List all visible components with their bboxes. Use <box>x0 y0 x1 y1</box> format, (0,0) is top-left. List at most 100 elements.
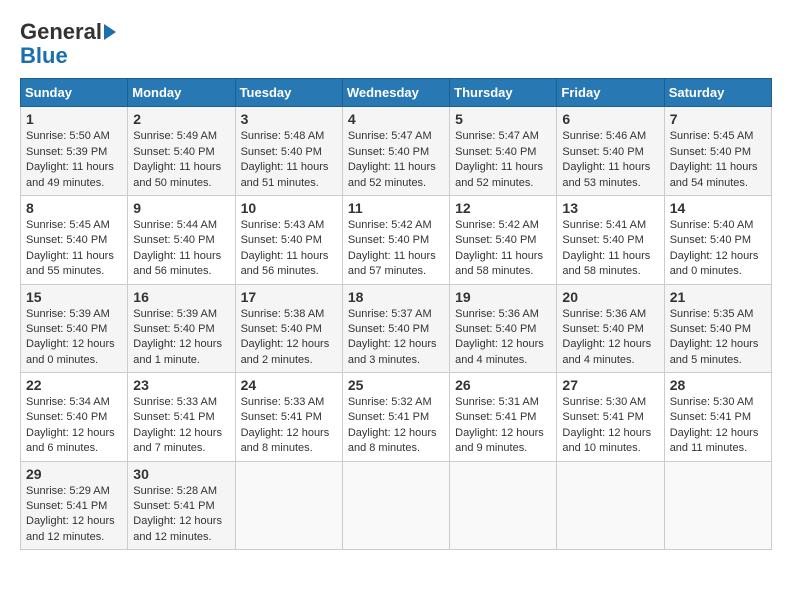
day-number: 24 <box>241 377 337 393</box>
sunset-label: Sunset: 5:41 PM <box>348 411 429 423</box>
sunrise-label: Sunrise: 5:33 AM <box>241 396 325 408</box>
sunrise-label: Sunrise: 5:35 AM <box>670 308 754 320</box>
daylight-label: Daylight: 12 hours and 11 minutes. <box>670 427 759 454</box>
calendar-cell <box>557 461 664 550</box>
day-number: 6 <box>562 111 658 127</box>
sunset-label: Sunset: 5:39 PM <box>26 146 107 158</box>
weekday-header-tuesday: Tuesday <box>235 79 342 107</box>
sunset-label: Sunset: 5:40 PM <box>562 146 643 158</box>
day-number: 9 <box>133 200 229 216</box>
daylight-label: Daylight: 11 hours and 54 minutes. <box>670 161 758 188</box>
day-info: Sunrise: 5:39 AM Sunset: 5:40 PM Dayligh… <box>133 307 229 369</box>
day-number: 30 <box>133 466 229 482</box>
calendar-cell: 16 Sunrise: 5:39 AM Sunset: 5:40 PM Dayl… <box>128 284 235 373</box>
daylight-label: Daylight: 12 hours and 5 minutes. <box>670 338 759 365</box>
day-info: Sunrise: 5:33 AM Sunset: 5:41 PM Dayligh… <box>133 395 229 457</box>
sunset-label: Sunset: 5:40 PM <box>133 323 214 335</box>
day-number: 4 <box>348 111 444 127</box>
sunset-label: Sunset: 5:40 PM <box>348 323 429 335</box>
daylight-label: Daylight: 11 hours and 53 minutes. <box>562 161 650 188</box>
calendar-cell: 12 Sunrise: 5:42 AM Sunset: 5:40 PM Dayl… <box>450 195 557 284</box>
day-info: Sunrise: 5:37 AM Sunset: 5:40 PM Dayligh… <box>348 307 444 369</box>
day-info: Sunrise: 5:45 AM Sunset: 5:40 PM Dayligh… <box>670 129 766 191</box>
sunrise-label: Sunrise: 5:49 AM <box>133 130 217 142</box>
day-number: 2 <box>133 111 229 127</box>
daylight-label: Daylight: 11 hours and 50 minutes. <box>133 161 221 188</box>
sunrise-label: Sunrise: 5:30 AM <box>562 396 646 408</box>
day-number: 28 <box>670 377 766 393</box>
calendar-cell: 10 Sunrise: 5:43 AM Sunset: 5:40 PM Dayl… <box>235 195 342 284</box>
weekday-header-wednesday: Wednesday <box>342 79 449 107</box>
sunrise-label: Sunrise: 5:47 AM <box>348 130 432 142</box>
sunrise-label: Sunrise: 5:36 AM <box>562 308 646 320</box>
calendar-cell: 24 Sunrise: 5:33 AM Sunset: 5:41 PM Dayl… <box>235 373 342 462</box>
logo-arrow-icon <box>104 24 116 40</box>
day-info: Sunrise: 5:41 AM Sunset: 5:40 PM Dayligh… <box>562 218 658 280</box>
day-info: Sunrise: 5:44 AM Sunset: 5:40 PM Dayligh… <box>133 218 229 280</box>
sunset-label: Sunset: 5:40 PM <box>562 323 643 335</box>
day-info: Sunrise: 5:34 AM Sunset: 5:40 PM Dayligh… <box>26 395 122 457</box>
page-header: General Blue <box>20 20 772 68</box>
calendar-cell: 27 Sunrise: 5:30 AM Sunset: 5:41 PM Dayl… <box>557 373 664 462</box>
sunrise-label: Sunrise: 5:33 AM <box>133 396 217 408</box>
calendar-cell: 18 Sunrise: 5:37 AM Sunset: 5:40 PM Dayl… <box>342 284 449 373</box>
day-number: 1 <box>26 111 122 127</box>
calendar-table: SundayMondayTuesdayWednesdayThursdayFrid… <box>20 78 772 550</box>
day-number: 19 <box>455 289 551 305</box>
daylight-label: Daylight: 11 hours and 52 minutes. <box>455 161 543 188</box>
calendar-cell: 2 Sunrise: 5:49 AM Sunset: 5:40 PM Dayli… <box>128 107 235 196</box>
sunset-label: Sunset: 5:40 PM <box>26 411 107 423</box>
calendar-cell: 21 Sunrise: 5:35 AM Sunset: 5:40 PM Dayl… <box>664 284 771 373</box>
daylight-label: Daylight: 12 hours and 3 minutes. <box>348 338 437 365</box>
calendar-cell: 26 Sunrise: 5:31 AM Sunset: 5:41 PM Dayl… <box>450 373 557 462</box>
sunset-label: Sunset: 5:40 PM <box>348 146 429 158</box>
sunset-label: Sunset: 5:40 PM <box>241 234 322 246</box>
calendar-cell: 9 Sunrise: 5:44 AM Sunset: 5:40 PM Dayli… <box>128 195 235 284</box>
calendar-cell: 7 Sunrise: 5:45 AM Sunset: 5:40 PM Dayli… <box>664 107 771 196</box>
calendar-cell: 15 Sunrise: 5:39 AM Sunset: 5:40 PM Dayl… <box>21 284 128 373</box>
sunset-label: Sunset: 5:40 PM <box>133 146 214 158</box>
sunset-label: Sunset: 5:41 PM <box>455 411 536 423</box>
sunset-label: Sunset: 5:40 PM <box>670 234 751 246</box>
day-info: Sunrise: 5:47 AM Sunset: 5:40 PM Dayligh… <box>348 129 444 191</box>
calendar-cell: 13 Sunrise: 5:41 AM Sunset: 5:40 PM Dayl… <box>557 195 664 284</box>
daylight-label: Daylight: 12 hours and 0 minutes. <box>26 338 115 365</box>
sunset-label: Sunset: 5:41 PM <box>26 500 107 512</box>
sunrise-label: Sunrise: 5:39 AM <box>133 308 217 320</box>
day-info: Sunrise: 5:47 AM Sunset: 5:40 PM Dayligh… <box>455 129 551 191</box>
calendar-cell: 23 Sunrise: 5:33 AM Sunset: 5:41 PM Dayl… <box>128 373 235 462</box>
daylight-label: Daylight: 12 hours and 0 minutes. <box>670 250 759 277</box>
sunset-label: Sunset: 5:40 PM <box>670 323 751 335</box>
daylight-label: Daylight: 12 hours and 12 minutes. <box>26 515 115 542</box>
sunrise-label: Sunrise: 5:40 AM <box>670 219 754 231</box>
calendar-cell: 25 Sunrise: 5:32 AM Sunset: 5:41 PM Dayl… <box>342 373 449 462</box>
sunset-label: Sunset: 5:41 PM <box>133 500 214 512</box>
sunrise-label: Sunrise: 5:31 AM <box>455 396 539 408</box>
calendar-cell <box>342 461 449 550</box>
sunrise-label: Sunrise: 5:34 AM <box>26 396 110 408</box>
calendar-cell: 30 Sunrise: 5:28 AM Sunset: 5:41 PM Dayl… <box>128 461 235 550</box>
day-info: Sunrise: 5:48 AM Sunset: 5:40 PM Dayligh… <box>241 129 337 191</box>
calendar-week-row: 29 Sunrise: 5:29 AM Sunset: 5:41 PM Dayl… <box>21 461 772 550</box>
day-number: 3 <box>241 111 337 127</box>
calendar-week-row: 22 Sunrise: 5:34 AM Sunset: 5:40 PM Dayl… <box>21 373 772 462</box>
calendar-week-row: 15 Sunrise: 5:39 AM Sunset: 5:40 PM Dayl… <box>21 284 772 373</box>
sunrise-label: Sunrise: 5:39 AM <box>26 308 110 320</box>
weekday-header-sunday: Sunday <box>21 79 128 107</box>
sunset-label: Sunset: 5:41 PM <box>133 411 214 423</box>
day-info: Sunrise: 5:39 AM Sunset: 5:40 PM Dayligh… <box>26 307 122 369</box>
daylight-label: Daylight: 12 hours and 4 minutes. <box>455 338 544 365</box>
sunrise-label: Sunrise: 5:42 AM <box>348 219 432 231</box>
weekday-header-saturday: Saturday <box>664 79 771 107</box>
sunrise-label: Sunrise: 5:46 AM <box>562 130 646 142</box>
day-number: 8 <box>26 200 122 216</box>
day-number: 21 <box>670 289 766 305</box>
daylight-label: Daylight: 12 hours and 10 minutes. <box>562 427 651 454</box>
sunrise-label: Sunrise: 5:47 AM <box>455 130 539 142</box>
day-info: Sunrise: 5:30 AM Sunset: 5:41 PM Dayligh… <box>670 395 766 457</box>
daylight-label: Daylight: 11 hours and 49 minutes. <box>26 161 114 188</box>
day-info: Sunrise: 5:31 AM Sunset: 5:41 PM Dayligh… <box>455 395 551 457</box>
daylight-label: Daylight: 12 hours and 1 minute. <box>133 338 222 365</box>
daylight-label: Daylight: 11 hours and 51 minutes. <box>241 161 329 188</box>
daylight-label: Daylight: 12 hours and 6 minutes. <box>26 427 115 454</box>
